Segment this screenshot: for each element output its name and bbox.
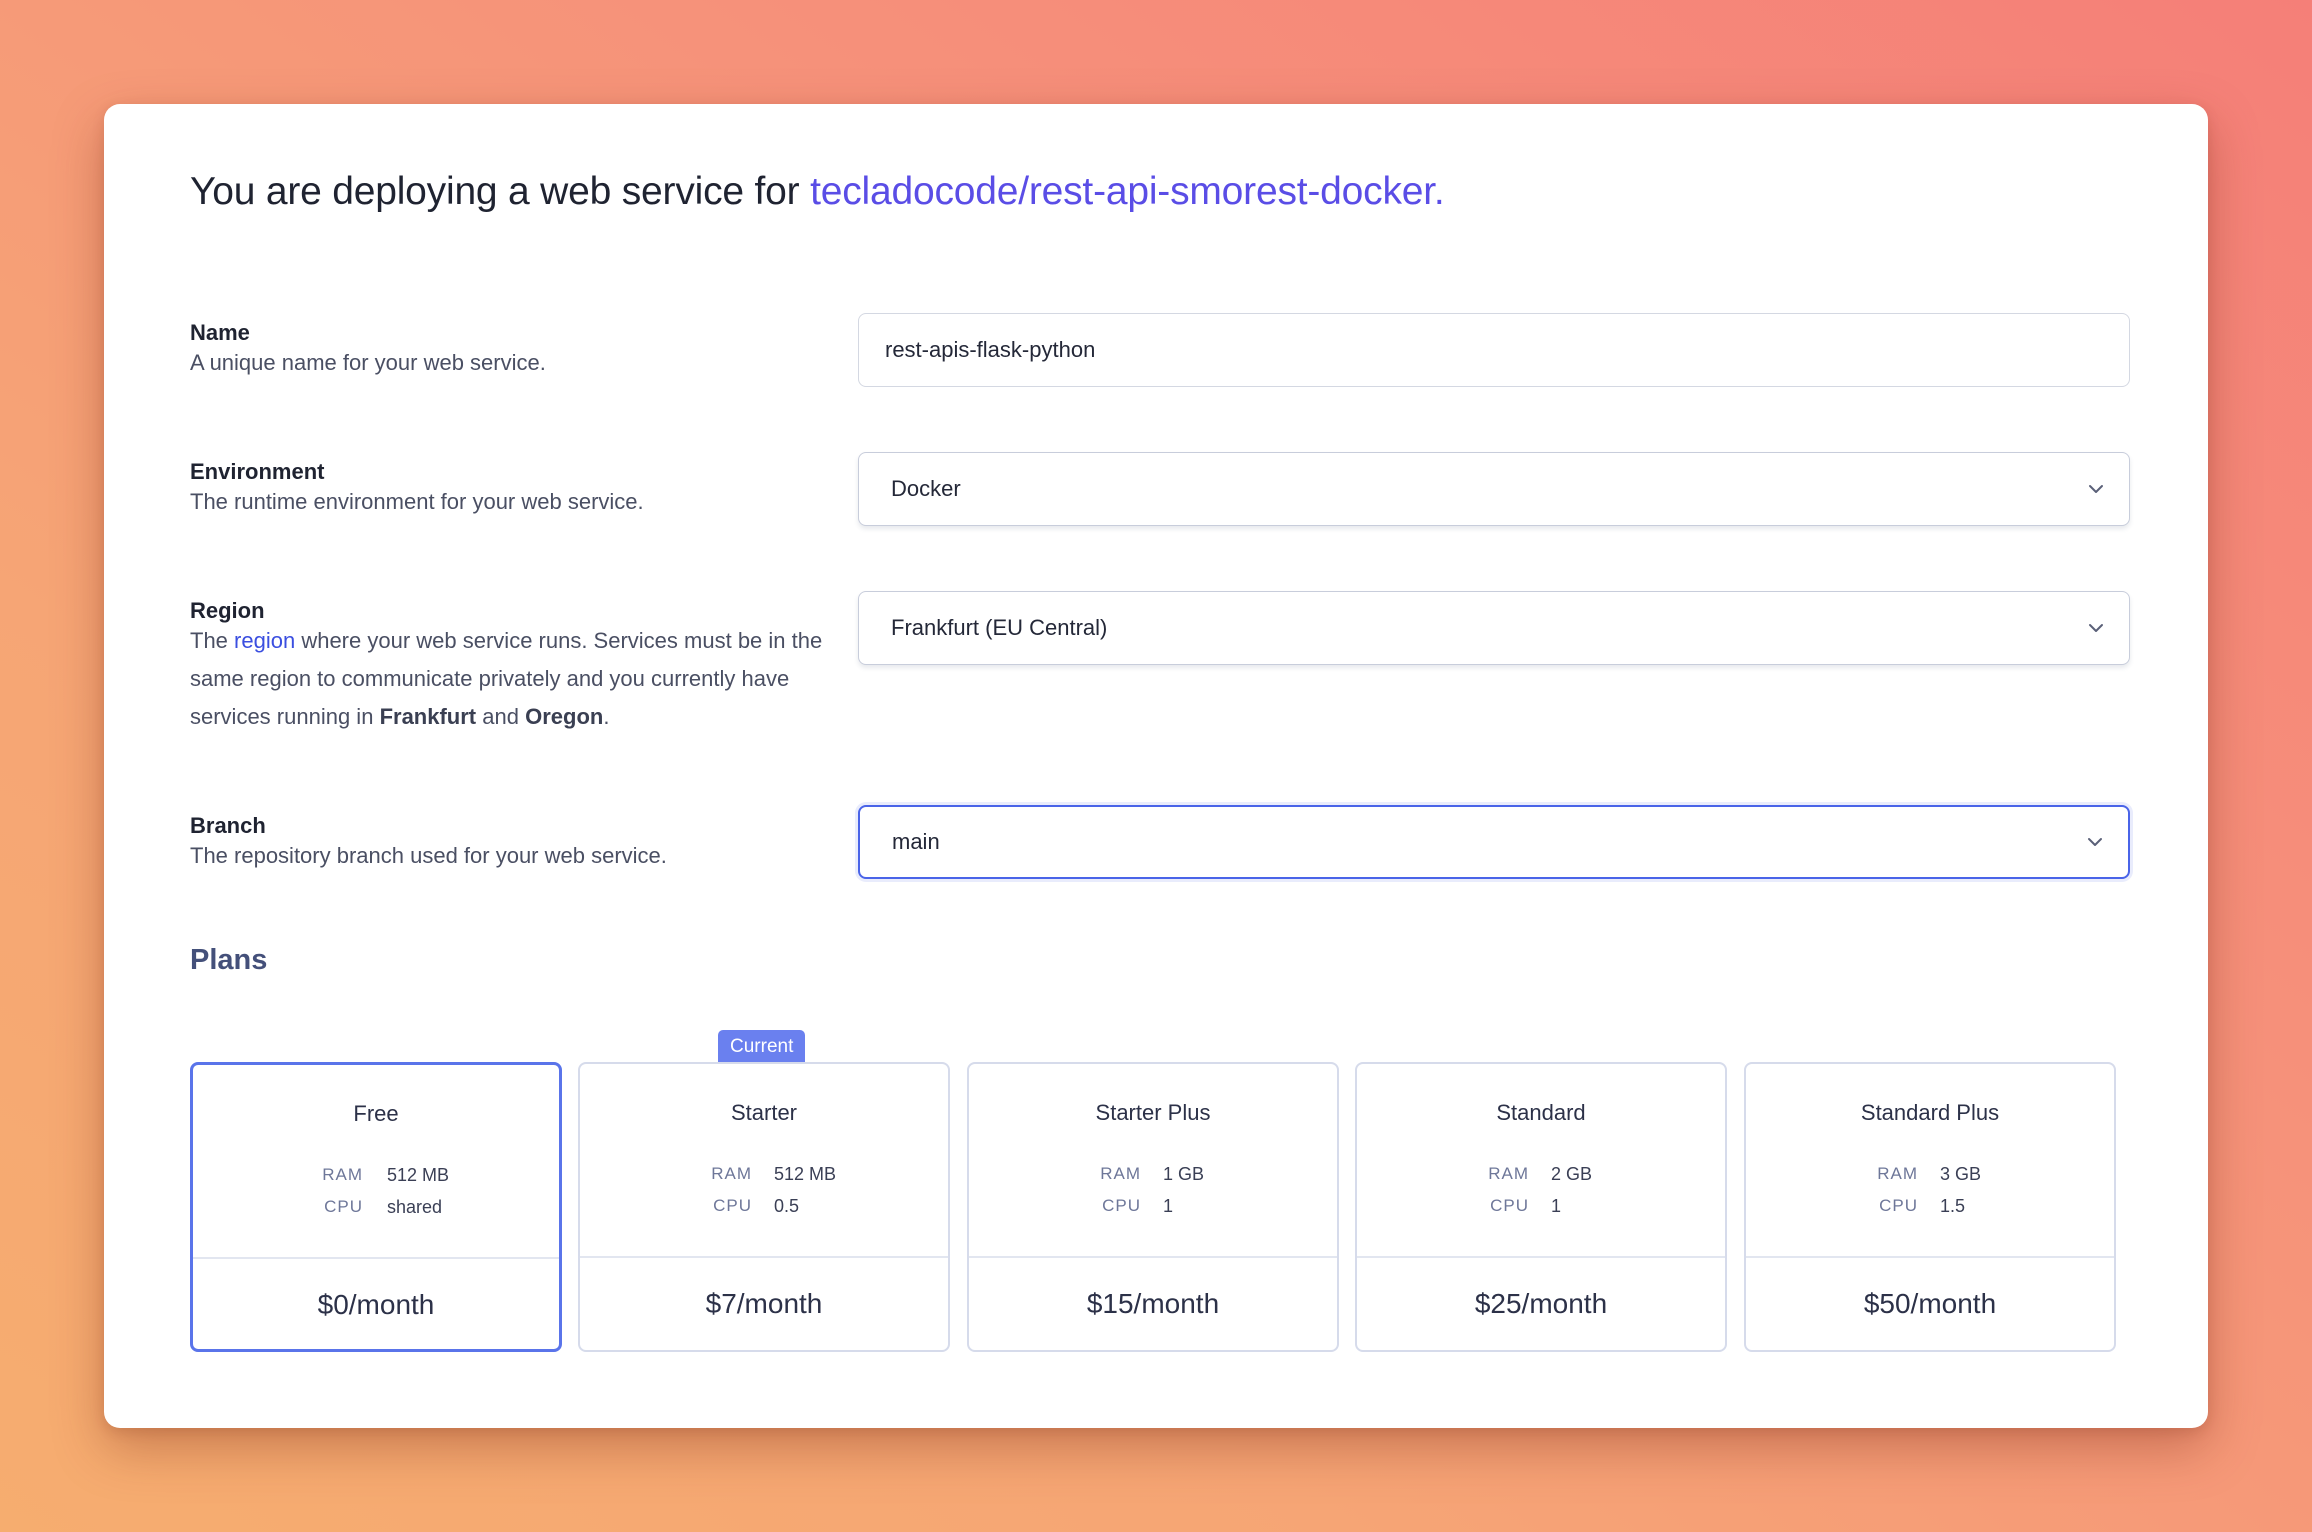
- plan-ram: RAM 2 GB: [1357, 1164, 1725, 1194]
- region-description: The region where your web service runs. …: [190, 622, 830, 736]
- ram-value: 3 GB: [1940, 1164, 1982, 1184]
- cpu-value: 1.5: [1940, 1196, 1966, 1216]
- plan-name: Standard: [1496, 1100, 1586, 1125]
- chevron-down-icon: [2088, 838, 2102, 846]
- plan-ram: RAM 512 MB: [193, 1165, 559, 1195]
- name-description: A unique name for your web service.: [190, 350, 546, 375]
- current-plan-badge: Current: [718, 1030, 806, 1063]
- ram-label: RAM: [322, 1165, 363, 1184]
- region-label: Region: [190, 598, 265, 623]
- chevron-down-icon: [2089, 485, 2103, 493]
- plan-card-free[interactable]: Free RAM 512 MB CPU shared $0/month: [190, 1062, 562, 1352]
- plan-ram: RAM 512 MB: [580, 1164, 948, 1194]
- plan-divider: [1357, 1256, 1725, 1258]
- plan-price: $50/month: [1863, 1288, 1997, 1319]
- plan-name: Starter: [730, 1100, 798, 1125]
- branch-label: Branch: [190, 813, 266, 838]
- page-title-prefix: You are deploying a web service for: [190, 170, 800, 213]
- plan-cpu: CPU 0.5: [580, 1196, 948, 1226]
- plan-price: $25/month: [1474, 1288, 1608, 1319]
- branch-description: The repository branch used for your web …: [190, 843, 667, 868]
- plan-name: Free: [353, 1101, 399, 1126]
- cpu-label: CPU: [1879, 1196, 1918, 1215]
- cpu-value: 0.5: [774, 1196, 800, 1216]
- region-select[interactable]: Frankfurt (EU Central): [858, 591, 2130, 665]
- plan-cpu: CPU 1.5: [1746, 1196, 2114, 1226]
- environment-select-value: Docker: [891, 476, 961, 501]
- cpu-value: 1: [1163, 1196, 1174, 1216]
- ram-label: RAM: [1100, 1164, 1141, 1183]
- branch-select-value: main: [892, 829, 940, 854]
- region-desc-text: The: [190, 628, 228, 653]
- environment-select[interactable]: Docker: [858, 452, 2130, 526]
- cpu-label: CPU: [1490, 1196, 1529, 1215]
- ram-value: 512 MB: [387, 1165, 450, 1185]
- region-desc-text: and: [482, 704, 519, 729]
- plan-cpu: CPU shared: [193, 1197, 559, 1227]
- ram-value: 1 GB: [1163, 1164, 1205, 1184]
- plan-divider: [1746, 1256, 2114, 1258]
- ram-label: RAM: [1488, 1164, 1529, 1183]
- ram-value: 512 MB: [774, 1164, 837, 1184]
- deploy-card: You are deploying a web service for tecl…: [104, 104, 2208, 1428]
- region-docs-link[interactable]: region: [234, 628, 295, 653]
- name-input[interactable]: rest-apis-flask-python: [858, 313, 2130, 387]
- plan-cpu: CPU 1: [969, 1196, 1337, 1226]
- ram-value: 2 GB: [1551, 1164, 1593, 1184]
- repo-name[interactable]: tecladocode/rest-api-smorest-docker.: [810, 170, 1445, 213]
- branch-select[interactable]: main: [858, 805, 2130, 879]
- region-name-frankfurt: Frankfurt: [379, 704, 477, 729]
- plan-divider: [193, 1257, 559, 1259]
- region-name-oregon: Oregon: [525, 704, 604, 729]
- cpu-label: CPU: [1102, 1196, 1141, 1215]
- region-desc-text: .: [603, 704, 610, 729]
- plan-price: $0/month: [317, 1289, 435, 1320]
- plan-divider: [580, 1256, 948, 1258]
- plan-price: $7/month: [705, 1288, 823, 1319]
- plan-ram: RAM 3 GB: [1746, 1164, 2114, 1194]
- cpu-value: 1: [1551, 1196, 1562, 1216]
- plan-name: Standard Plus: [1860, 1100, 2000, 1125]
- page-title: You are deploying a web service for tecl…: [190, 170, 1445, 214]
- name-label: Name: [190, 320, 250, 345]
- plan-card-standard-plus[interactable]: Standard Plus RAM 3 GB CPU 1.5 $50/month: [1744, 1062, 2116, 1352]
- environment-label: Environment: [190, 459, 325, 484]
- plan-name: Starter Plus: [1095, 1100, 1211, 1125]
- environment-description: The runtime environment for your web ser…: [190, 489, 644, 514]
- plans-title: Plans: [190, 944, 268, 976]
- chevron-down-icon: [2089, 624, 2103, 632]
- plan-cpu: CPU 1: [1357, 1196, 1725, 1226]
- plan-ram: RAM 1 GB: [969, 1164, 1337, 1194]
- cpu-value: shared: [387, 1197, 443, 1217]
- plan-card-standard[interactable]: Standard RAM 2 GB CPU 1 $25/month: [1355, 1062, 1727, 1352]
- ram-label: RAM: [1877, 1164, 1918, 1183]
- plan-divider: [969, 1256, 1337, 1258]
- plan-card-starter-plus[interactable]: Starter Plus RAM 1 GB CPU 1 $15/month: [967, 1062, 1339, 1352]
- plan-price: $15/month: [1086, 1288, 1220, 1319]
- cpu-label: CPU: [713, 1196, 752, 1215]
- region-select-value: Frankfurt (EU Central): [891, 615, 1108, 640]
- cpu-label: CPU: [324, 1197, 363, 1216]
- plan-card-starter[interactable]: Starter RAM 512 MB CPU 0.5 $7/month: [578, 1062, 950, 1352]
- name-input-value: rest-apis-flask-python: [885, 337, 1096, 362]
- ram-label: RAM: [711, 1164, 752, 1183]
